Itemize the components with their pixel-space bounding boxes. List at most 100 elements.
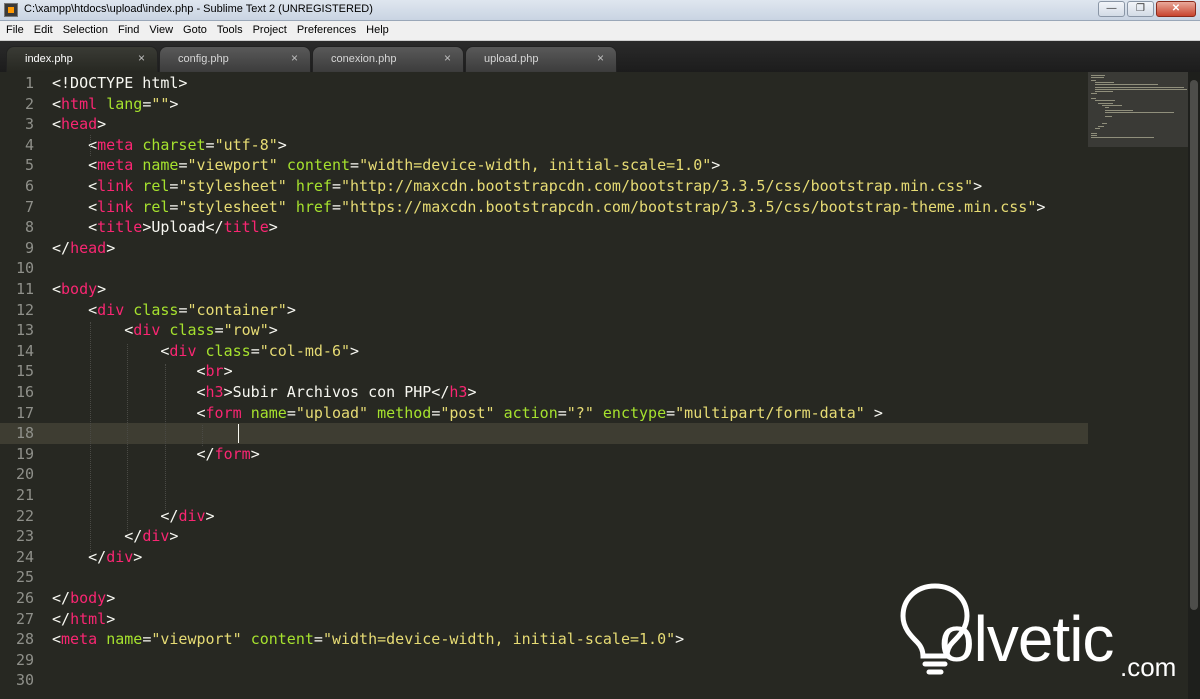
line-number: 1 [24, 74, 34, 92]
menu-selection[interactable]: Selection [58, 21, 113, 40]
code-tag: h3 [449, 383, 468, 401]
menu-edit[interactable]: Edit [29, 21, 58, 40]
indent-guide [90, 322, 91, 552]
code-line[interactable]: 20 [0, 464, 1088, 485]
code-line[interactable]: 2 <html lang=""> [0, 94, 1088, 115]
code-text: > [277, 135, 287, 154]
code-text: < [52, 94, 62, 113]
line-code: <form name="upload" method="post" action… [52, 403, 882, 424]
menu-tools[interactable]: Tools [212, 21, 248, 40]
code-text: >Upload</ [142, 218, 224, 237]
code-line[interactable]: 4 <meta charset="utf-8"> [0, 135, 1088, 156]
minimap-line [1105, 116, 1112, 118]
code-line[interactable]: 11 <body> [0, 279, 1088, 300]
code-attribute: lang [106, 94, 143, 113]
code-line[interactable]: 24 </div> [0, 547, 1088, 568]
code-line[interactable]: 7 <link rel="stylesheet" href="https://m… [0, 197, 1088, 218]
code-text: </ [52, 609, 71, 628]
code-attribute: content [250, 630, 314, 649]
code-attribute: charset [142, 135, 206, 154]
code-tag: meta [97, 135, 134, 154]
code-attribute: content [286, 156, 351, 175]
code-string: "post" [440, 403, 495, 422]
code-string: "https://maxcdn.bootstrapcdn.com/bootstr… [341, 197, 1037, 216]
text-cursor [238, 424, 239, 443]
line-number: 5 [24, 156, 34, 175]
menu-project[interactable]: Project [248, 21, 292, 40]
menu-view[interactable]: View [144, 21, 178, 40]
minimap-line [1098, 125, 1104, 127]
code-text: = [331, 177, 341, 195]
code-text: > [467, 383, 477, 401]
line-number: 20 [15, 465, 34, 484]
minimap-line [1091, 93, 1098, 95]
minimap-line [1094, 100, 1116, 102]
code-line[interactable]: 1 <!DOCTYPE html> [0, 73, 1088, 94]
minimize-icon[interactable]: — [1098, 1, 1125, 17]
code-attribute: rel [142, 177, 170, 195]
menu-help[interactable]: Help [361, 21, 394, 40]
line-code: <title>Upload</title> [52, 217, 278, 238]
tab-close-icon[interactable]: × [597, 51, 604, 65]
code-line[interactable]: 10 [0, 258, 1088, 279]
code-line[interactable]: 21 [0, 485, 1088, 506]
code-line[interactable]: 5 <meta name="viewport" content="width=d… [0, 155, 1088, 176]
line-number: 23 [15, 527, 34, 546]
menu-bar: File Edit Selection Find View Goto Tools… [0, 21, 1200, 41]
tab-index-php[interactable]: index.php × [6, 46, 158, 72]
code-line[interactable]: 12 <div class="container"> [0, 300, 1088, 321]
code-line[interactable]: 15 <br> [0, 361, 1088, 382]
code-text: < [52, 156, 98, 175]
code-text: > [675, 630, 685, 649]
code-text: < [52, 630, 62, 649]
code-line[interactable]: 16 <h3>Subir Archivos con PHP</h3> [0, 382, 1088, 403]
maximize-icon[interactable]: ❐ [1127, 1, 1154, 17]
menu-preferences[interactable]: Preferences [292, 21, 361, 40]
code-attribute: rel [142, 197, 170, 216]
vertical-scrollbar[interactable] [1188, 72, 1200, 699]
code-line[interactable]: 6 <link rel="stylesheet" href="http://ma… [0, 176, 1088, 197]
line-number: 6 [24, 177, 34, 195]
code-tag: link [97, 177, 134, 195]
code-line[interactable]: 14 <div class="col-md-6"> [0, 341, 1088, 362]
menu-find[interactable]: Find [113, 21, 144, 40]
code-attribute: enctype [602, 403, 667, 422]
code-line[interactable]: 23 </div> [0, 526, 1088, 547]
scrollbar-thumb[interactable] [1190, 80, 1198, 610]
close-icon[interactable]: ✕ [1156, 1, 1196, 17]
tab-upload-php[interactable]: upload.php × [465, 46, 617, 72]
code-line[interactable]: 19 </form> [0, 444, 1088, 465]
line-code: <link rel="stylesheet" href="http://maxc… [52, 176, 982, 197]
line-number: 8 [24, 218, 34, 237]
minimap-line [1091, 77, 1104, 79]
line-number: 26 [15, 589, 34, 607]
tab-conexion-php[interactable]: conexion.php × [312, 46, 464, 72]
line-code: <br> [52, 361, 232, 382]
code-string: "multipart/form-data" [675, 403, 865, 422]
code-string: "viewport" [151, 630, 242, 649]
code-line[interactable]: 13 <div class="row"> [0, 320, 1088, 341]
code-line[interactable]: 9 </head> [0, 238, 1088, 259]
code-string: "upload" [295, 403, 369, 422]
tab-close-icon[interactable]: × [138, 51, 145, 65]
menu-file[interactable]: File [0, 21, 29, 40]
menu-goto[interactable]: Goto [178, 21, 212, 40]
tab-close-icon[interactable]: × [291, 51, 298, 65]
tab-label: config.php [178, 53, 229, 65]
tab-config-php[interactable]: config.php × [159, 46, 311, 72]
tab-close-icon[interactable]: × [444, 51, 451, 65]
code-line[interactable]: 17 <form name="upload" method="post" act… [0, 403, 1088, 424]
code-attribute: name [142, 156, 179, 175]
sublime-app-icon[interactable] [4, 3, 18, 17]
line-number: 4 [24, 135, 34, 154]
minimap[interactable] [1088, 72, 1188, 147]
line-number: 19 [15, 444, 34, 463]
code-line[interactable]: 18 [0, 423, 1088, 445]
code-text: = [142, 630, 152, 649]
code-line[interactable]: 22 </div> [0, 506, 1088, 527]
code-line[interactable]: 3 <head> [0, 114, 1088, 135]
code-line[interactable]: 8 <title>Upload</title> [0, 217, 1088, 238]
